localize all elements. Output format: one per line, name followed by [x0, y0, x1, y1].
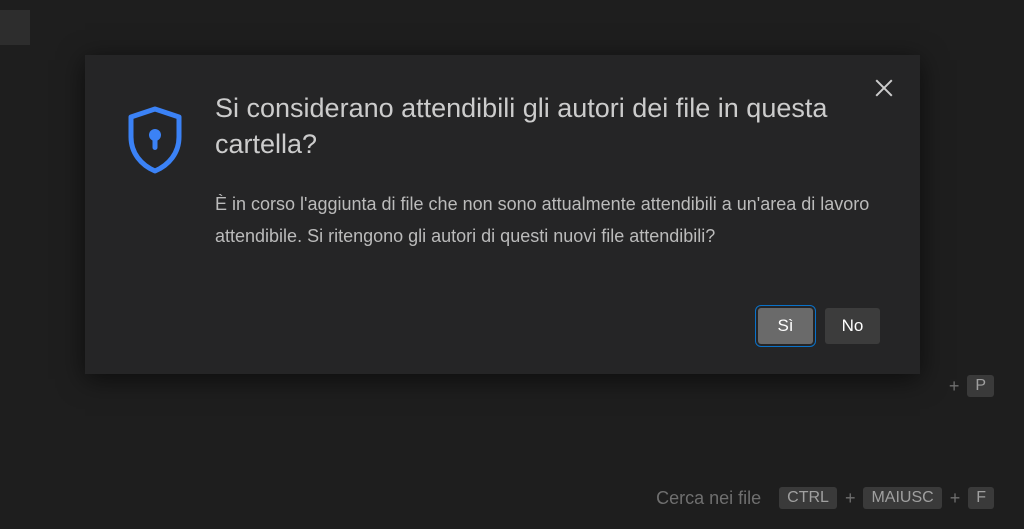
- plus-symbol: +: [950, 488, 961, 509]
- plus-symbol: +: [949, 376, 960, 397]
- shield-icon: [125, 105, 185, 344]
- trust-dialog: Si considerano attendibili gli autori de…: [85, 55, 920, 374]
- dialog-title: Si considerano attendibili gli autori de…: [215, 90, 880, 163]
- welcome-hints: + P Cerca nei file CTRL + MAIUSC + F: [656, 375, 994, 509]
- bg-tab-fragment: [0, 10, 30, 45]
- hint-row: + P: [949, 375, 994, 397]
- yes-button[interactable]: Sì: [758, 308, 813, 344]
- kbd-key: CTRL: [779, 487, 837, 509]
- dialog-body: Si considerano attendibili gli autori de…: [215, 90, 880, 344]
- hint-label: Cerca nei file: [656, 488, 761, 509]
- close-icon[interactable]: [873, 77, 895, 99]
- kbd-key: F: [968, 487, 994, 509]
- hint-row-search: Cerca nei file CTRL + MAIUSC + F: [656, 487, 994, 509]
- kbd-key: P: [967, 375, 994, 397]
- dialog-buttons: Sì No: [215, 308, 880, 344]
- no-button[interactable]: No: [825, 308, 880, 344]
- plus-symbol: +: [845, 488, 856, 509]
- kbd-key: MAIUSC: [863, 487, 941, 509]
- dialog-message: È in corso l'aggiunta di file che non so…: [215, 188, 880, 253]
